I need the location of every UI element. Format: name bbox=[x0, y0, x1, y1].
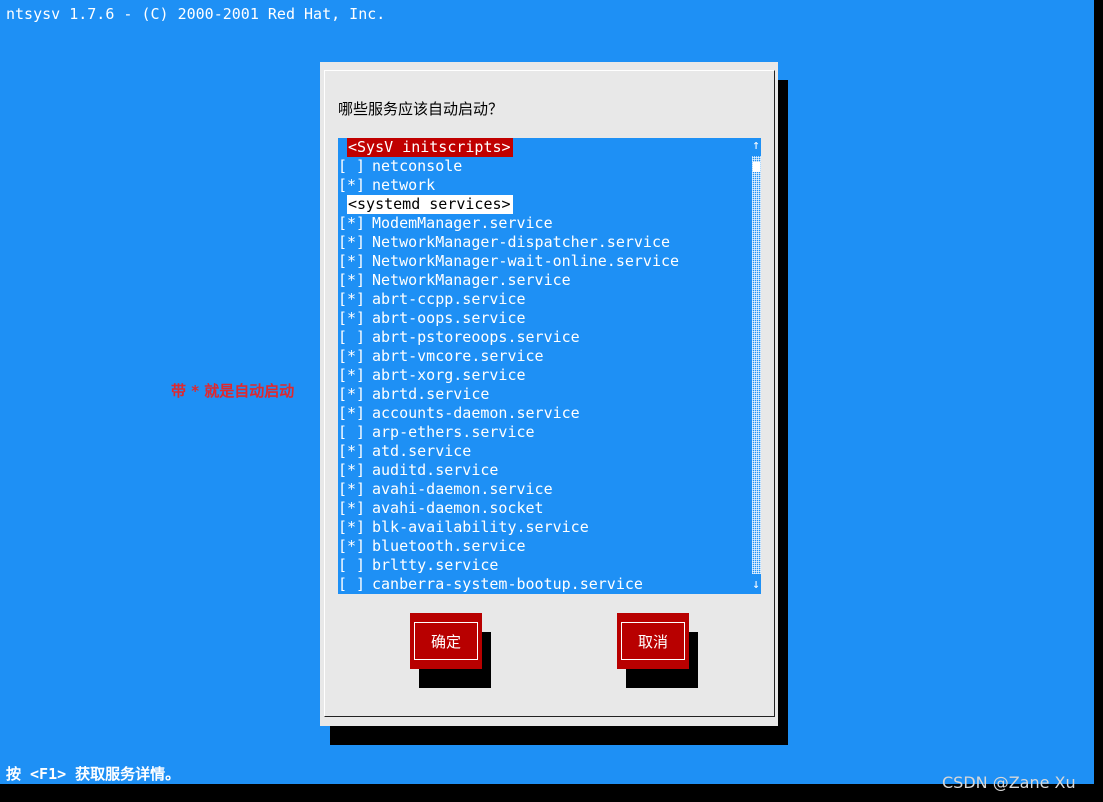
list-section-header[interactable]: <systemd services> bbox=[338, 195, 752, 214]
service-name: network bbox=[372, 176, 436, 194]
list-section-header[interactable]: <SysV initscripts> bbox=[338, 138, 752, 157]
service-name: bluetooth.service bbox=[372, 537, 526, 555]
service-row[interactable]: [*] blk-availability.service bbox=[338, 518, 752, 537]
service-row[interactable]: [*] abrt-oops.service bbox=[338, 309, 752, 328]
scrollbar-thumb[interactable] bbox=[753, 162, 760, 172]
service-row[interactable]: [*] abrt-xorg.service bbox=[338, 366, 752, 385]
service-name: abrt-pstoreoops.service bbox=[372, 328, 580, 346]
scrollbar-track[interactable] bbox=[752, 156, 761, 574]
service-row[interactable]: [*] avahi-daemon.service bbox=[338, 480, 752, 499]
service-name: accounts-daemon.service bbox=[372, 404, 580, 422]
service-row[interactable]: [*] NetworkManager-wait-online.service bbox=[338, 252, 752, 271]
service-checkbox[interactable]: [*] bbox=[338, 214, 372, 233]
service-checkbox[interactable]: [*] bbox=[338, 252, 372, 271]
service-checkbox[interactable]: [*] bbox=[338, 442, 372, 461]
scroll-up-arrow-icon[interactable]: ↑ bbox=[750, 139, 761, 153]
service-name: avahi-daemon.service bbox=[372, 480, 553, 498]
service-name: netconsole bbox=[372, 157, 463, 175]
ok-button-label: 确定 bbox=[414, 622, 478, 660]
service-row[interactable]: [*] abrtd.service bbox=[338, 385, 752, 404]
service-name: NetworkManager-dispatcher.service bbox=[372, 233, 671, 251]
service-checkbox[interactable]: [*] bbox=[338, 290, 372, 309]
help-hint: 按 <F1> 获取服务详情。 bbox=[6, 765, 181, 783]
service-row[interactable]: [*] avahi-daemon.socket bbox=[338, 499, 752, 518]
service-row[interactable]: [*] atd.service bbox=[338, 442, 752, 461]
service-checkbox[interactable]: [*] bbox=[338, 366, 372, 385]
service-checkbox[interactable]: [*] bbox=[338, 309, 372, 328]
service-checkbox[interactable]: [ ] bbox=[338, 556, 372, 575]
service-checkbox[interactable]: [*] bbox=[338, 404, 372, 423]
service-checkbox[interactable]: [ ] bbox=[338, 575, 372, 594]
service-row[interactable]: [*] ModemManager.service bbox=[338, 214, 752, 233]
service-name: auditd.service bbox=[372, 461, 499, 479]
service-name: atd.service bbox=[372, 442, 472, 460]
service-name: ModemManager.service bbox=[372, 214, 553, 232]
service-row[interactable]: [ ] abrt-pstoreoops.service bbox=[338, 328, 752, 347]
service-name: avahi-daemon.socket bbox=[372, 499, 544, 517]
service-checkbox[interactable]: [*] bbox=[338, 347, 372, 366]
service-list[interactable]: <SysV initscripts>[ ] netconsole [*] networ… bbox=[338, 138, 761, 594]
service-row[interactable]: [*] bluetooth.service bbox=[338, 537, 752, 556]
app-title: ntsysv 1.7.6 - (C) 2000-2001 Red Hat, In… bbox=[6, 5, 386, 23]
frame-notch bbox=[760, 68, 774, 70]
service-name: NetworkManager-wait-online.service bbox=[372, 252, 680, 270]
services-dialog: 哪些服务应该自动启动？ <SysV initscripts>[ ] netcons… bbox=[320, 62, 778, 726]
service-checkbox[interactable]: [*] bbox=[338, 518, 372, 537]
section-header-label: <systemd services> bbox=[347, 195, 513, 214]
service-name: abrtd.service bbox=[372, 385, 490, 403]
service-checkbox[interactable]: [*] bbox=[338, 480, 372, 499]
service-checkbox[interactable]: [*] bbox=[338, 385, 372, 404]
service-name: canberra-system-bootup.service bbox=[372, 575, 643, 593]
watermark: CSDN @Zane Xu bbox=[942, 773, 1076, 792]
service-name: abrt-vmcore.service bbox=[372, 347, 544, 365]
service-row[interactable]: [*] NetworkManager.service bbox=[338, 271, 752, 290]
service-row[interactable]: [*] auditd.service bbox=[338, 461, 752, 480]
ok-button[interactable]: 确定 bbox=[410, 613, 482, 669]
service-checkbox[interactable]: [ ] bbox=[338, 423, 372, 442]
cancel-button-label: 取消 bbox=[621, 622, 685, 660]
annotation-note: 带 * 就是自动启动 bbox=[171, 382, 295, 400]
service-row[interactable]: [ ] arp-ethers.service bbox=[338, 423, 752, 442]
service-row[interactable]: [*] NetworkManager-dispatcher.service bbox=[338, 233, 752, 252]
service-name: abrt-ccpp.service bbox=[372, 290, 526, 308]
service-row[interactable]: [*] network bbox=[338, 176, 752, 195]
cancel-button[interactable]: 取消 bbox=[617, 613, 689, 669]
service-checkbox[interactable]: [*] bbox=[338, 537, 372, 556]
service-checkbox[interactable]: [ ] bbox=[338, 157, 372, 176]
terminal-screen: ntsysv 1.7.6 - (C) 2000-2001 Red Hat, In… bbox=[0, 0, 1094, 784]
dialog-prompt: 哪些服务应该自动启动？ bbox=[338, 100, 504, 118]
service-row[interactable]: [*] abrt-vmcore.service bbox=[338, 347, 752, 366]
service-checkbox[interactable]: [*] bbox=[338, 233, 372, 252]
service-name: abrt-oops.service bbox=[372, 309, 526, 327]
service-row[interactable]: [*] accounts-daemon.service bbox=[338, 404, 752, 423]
service-name: NetworkManager.service bbox=[372, 271, 571, 289]
service-checkbox[interactable]: [*] bbox=[338, 176, 372, 195]
service-name: abrt-xorg.service bbox=[372, 366, 526, 384]
service-checkbox[interactable]: [*] bbox=[338, 461, 372, 480]
cancel-button-container: 取消 bbox=[617, 613, 699, 689]
service-row[interactable]: [*] abrt-ccpp.service bbox=[338, 290, 752, 309]
service-name: brltty.service bbox=[372, 556, 499, 574]
service-name: arp-ethers.service bbox=[372, 423, 535, 441]
service-row[interactable]: [ ] netconsole bbox=[338, 157, 752, 176]
service-row[interactable]: [ ] brltty.service bbox=[338, 556, 752, 575]
service-row[interactable]: [ ] canberra-system-bootup.service bbox=[338, 575, 752, 594]
service-checkbox[interactable]: [ ] bbox=[338, 328, 372, 347]
scrollbar[interactable]: ↑ ↓ bbox=[752, 138, 761, 594]
scroll-down-arrow-icon[interactable]: ↓ bbox=[750, 578, 761, 592]
section-header-label: <SysV initscripts> bbox=[347, 138, 513, 157]
service-checkbox[interactable]: [*] bbox=[338, 271, 372, 290]
ok-button-container: 确定 bbox=[410, 613, 492, 689]
service-checkbox[interactable]: [*] bbox=[338, 499, 372, 518]
service-name: blk-availability.service bbox=[372, 518, 589, 536]
